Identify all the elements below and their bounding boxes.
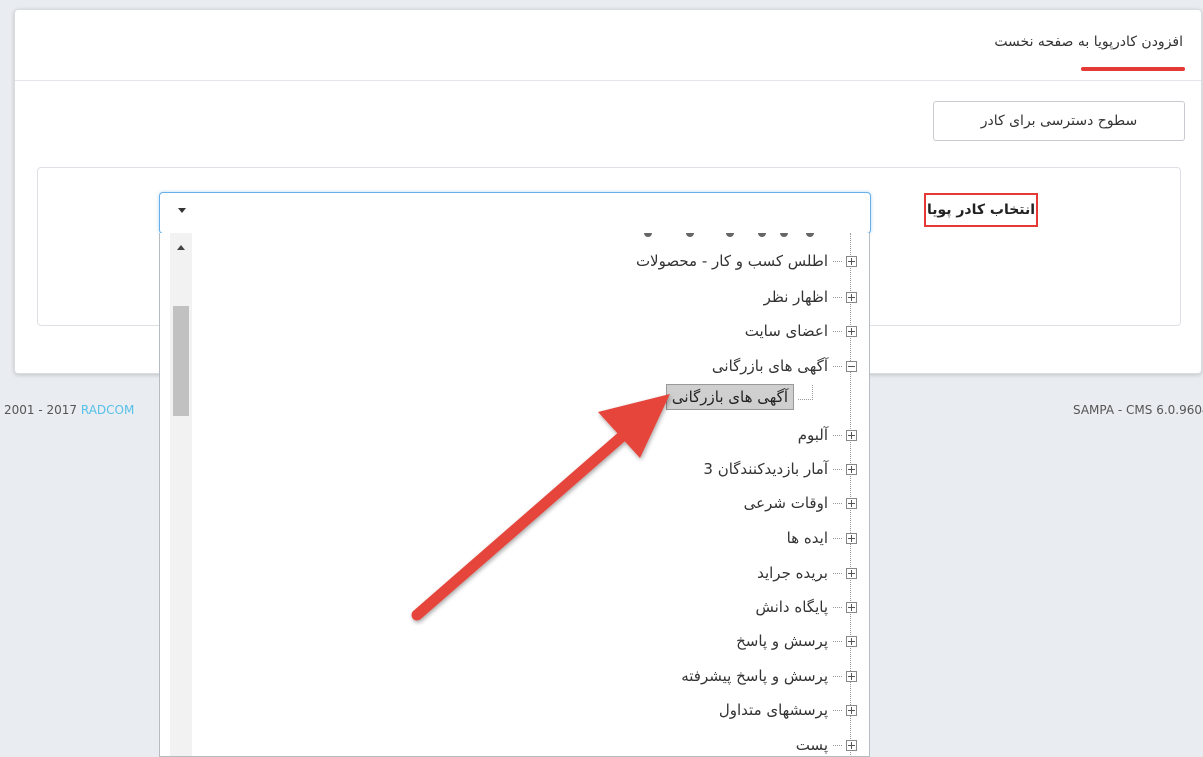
red-arrow-icon [411,394,670,621]
